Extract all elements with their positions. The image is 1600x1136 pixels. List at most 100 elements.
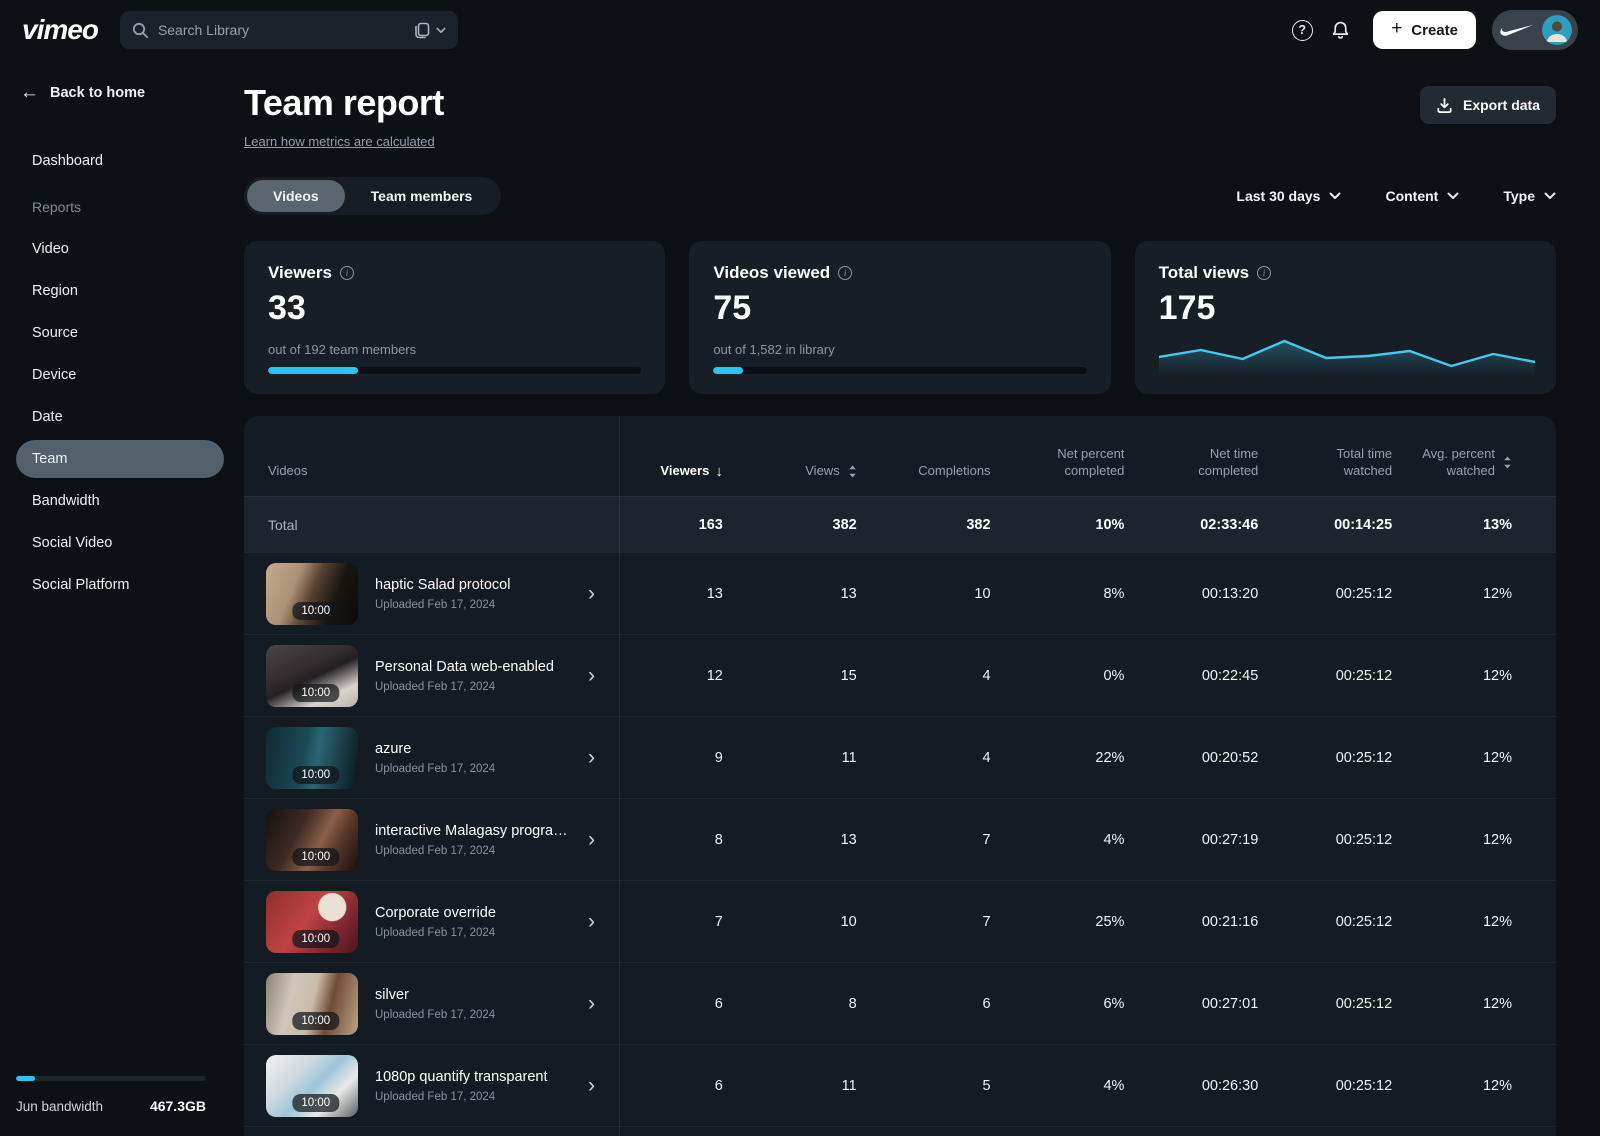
column-header-videos[interactable]: Videos	[244, 462, 619, 480]
column-header-completions[interactable]: Completions	[887, 462, 1021, 480]
cell-total-time-watched: 00:25:12	[1288, 832, 1422, 848]
cell-avg-percent-watched: 12%	[1422, 914, 1556, 930]
bandwidth-progress-bar	[16, 1076, 206, 1081]
chevron-down-icon	[1329, 192, 1341, 200]
video-duration-badge: 10:00	[292, 1094, 339, 1112]
column-header-avg-percent-watched[interactable]: Avg. percent watched	[1422, 445, 1556, 480]
sidebar-item-bandwidth[interactable]: Bandwidth	[16, 482, 224, 520]
info-icon[interactable]: i	[838, 266, 852, 280]
total-net-percent-completed: 10%	[1021, 517, 1155, 533]
column-header-viewers[interactable]: Viewers↓	[619, 462, 753, 480]
video-thumbnail[interactable]: 10:00	[266, 563, 358, 625]
column-header-label: Net percent completed	[1021, 445, 1125, 480]
info-icon[interactable]: i	[1257, 266, 1271, 280]
video-upload-date: Uploaded Feb 17, 2024	[375, 763, 495, 775]
back-to-home-link[interactable]: ← Back to home	[16, 82, 224, 104]
stat-card-total-views: Total viewsi175	[1135, 241, 1556, 394]
notifications-bell-icon[interactable]	[1321, 11, 1359, 49]
sidebar-item-date[interactable]: Date	[16, 398, 224, 436]
cell-total-time-watched: 00:25:12	[1288, 586, 1422, 602]
card-value: 33	[268, 289, 641, 328]
video-meta: Personal Data web-enabledUploaded Feb 17…	[375, 659, 554, 693]
cell-completions: 10	[887, 586, 1021, 602]
cell-net-percent-completed: 0%	[1021, 668, 1155, 684]
search-input[interactable]	[158, 22, 405, 38]
user-avatar[interactable]	[1542, 15, 1572, 45]
create-button[interactable]: + Create	[1373, 11, 1476, 49]
table-row[interactable]: 10:001080p quantify transparentUploaded …	[244, 1044, 1556, 1126]
video-upload-date: Uploaded Feb 17, 2024	[375, 599, 510, 611]
column-header-net-time-completed[interactable]: Net time completed	[1154, 445, 1288, 480]
sidebar-item-team[interactable]: Team	[16, 440, 224, 478]
table-row[interactable]: 10:00 Personal Data web-enabledUploaded F…	[244, 634, 1556, 716]
sidebar-item-social-video[interactable]: Social Video	[16, 524, 224, 562]
video-title: haptic Salad protocol	[375, 577, 510, 593]
cell-net-percent-completed: 25%	[1021, 914, 1155, 930]
filter-type[interactable]: Type	[1503, 188, 1556, 204]
bandwidth-label: Jun bandwidth	[16, 1099, 103, 1114]
video-thumbnail[interactable]: 10:00	[266, 645, 358, 707]
video-thumbnail[interactable]: 10:00	[266, 973, 358, 1035]
column-header-net-percent-completed[interactable]: Net percent completed	[1021, 445, 1155, 480]
video-cell: 10:00 haptic Salad protocol Uploaded Feb 1…	[244, 563, 619, 625]
cell-viewers: 6	[619, 1078, 753, 1094]
sidebar-item-video[interactable]: Video	[16, 230, 224, 268]
card-subtitle: out of 192 team members	[268, 342, 641, 357]
total-avg-percent-watched: 13%	[1422, 517, 1556, 533]
video-thumbnail[interactable]: 10:00	[266, 891, 358, 953]
vimeo-logo[interactable]: vimeo	[14, 14, 106, 46]
table-row[interactable]: 10:00interactive Malagasy programmi...Up…	[244, 798, 1556, 880]
metrics-help-link[interactable]: Learn how metrics are calculated	[244, 134, 435, 149]
video-duration-badge: 10:00	[292, 602, 339, 620]
chevron-right-icon: ›	[588, 911, 619, 932]
cell-net-time-completed: 00:27:19	[1154, 832, 1288, 848]
sidebar-item-source[interactable]: Source	[16, 314, 224, 352]
help-icon[interactable]: ?	[1283, 11, 1321, 49]
video-meta: Corporate overrideUploaded Feb 17, 2024	[375, 905, 496, 939]
progress-bar	[713, 367, 1086, 374]
card-title: Total views	[1159, 263, 1249, 283]
video-thumbnail[interactable]: 10:00	[266, 727, 358, 789]
sidebar-item-dashboard[interactable]: Dashboard	[16, 142, 224, 180]
column-header-label: Completions	[918, 462, 990, 480]
sidebar-item-social-platform[interactable]: Social Platform	[16, 566, 224, 604]
column-header-total-time-watched[interactable]: Total time watched	[1288, 445, 1422, 480]
video-thumbnail[interactable]: 10:00	[266, 809, 358, 871]
export-data-button[interactable]: Export data	[1420, 86, 1556, 124]
video-duration-badge: 10:00	[292, 848, 339, 866]
main-content: Team report Learn how metrics are calcul…	[240, 60, 1600, 1136]
tab-team-members[interactable]: Team members	[345, 180, 499, 212]
table-row[interactable]: 10:00azureUploaded Feb 17, 2024›911422%0…	[244, 716, 1556, 798]
video-thumbnail[interactable]: 10:00	[266, 1055, 358, 1117]
videos-table: VideosViewers↓Views Completions Net percen…	[244, 416, 1556, 1136]
cell-completions: 5	[887, 1078, 1021, 1094]
card-subtitle: out of 1,582 in library	[713, 342, 1086, 357]
bandwidth-progress-fill	[16, 1076, 35, 1081]
cell-avg-percent-watched: 12%	[1422, 996, 1556, 1012]
column-header-views[interactable]: Views	[753, 462, 887, 480]
video-upload-date: Uploaded Feb 17, 2024	[375, 1091, 548, 1103]
video-duration-badge: 10:00	[292, 1012, 339, 1030]
info-icon[interactable]: i	[340, 266, 354, 280]
cell-views: 13	[753, 832, 887, 848]
tab-videos[interactable]: Videos	[247, 180, 345, 212]
view-switcher-tabs: VideosTeam members	[244, 177, 501, 215]
account-menu[interactable]	[1492, 10, 1578, 50]
table-row[interactable]: 10:00 haptic Salad protocol Uploaded Feb 1…	[244, 552, 1556, 634]
filter-last-30-days[interactable]: Last 30 days	[1236, 188, 1341, 204]
page-title: Team report	[244, 82, 444, 124]
filters-row: Last 30 days Content Type	[1236, 188, 1556, 204]
table-row[interactable]: 10:00 Corporate overrideUploaded Feb 17, …	[244, 880, 1556, 962]
bandwidth-value: 467.3GB	[150, 1098, 206, 1114]
cell-viewers: 9	[619, 750, 753, 766]
filter-content[interactable]: Content	[1385, 188, 1459, 204]
search-bar[interactable]	[120, 11, 458, 49]
cell-viewers: 12	[619, 668, 753, 684]
sidebar-item-region[interactable]: Region	[16, 272, 224, 310]
sidebar-item-device[interactable]: Device	[16, 356, 224, 394]
total-net-time-completed: 02:33:46	[1154, 517, 1288, 533]
library-scope-icon[interactable]	[414, 22, 446, 39]
total-total-time-watched: 00:14:25	[1288, 517, 1422, 533]
table-row[interactable]: 10:00silverUploaded Feb 17, 2024›6866%00…	[244, 962, 1556, 1044]
video-upload-date: Uploaded Feb 17, 2024	[375, 681, 554, 693]
